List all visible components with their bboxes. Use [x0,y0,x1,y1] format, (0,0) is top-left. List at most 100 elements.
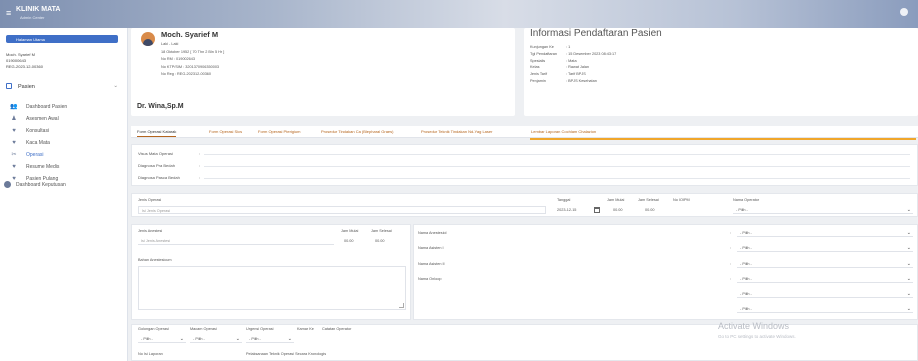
hamburger-menu-icon[interactable]: ≡ [6,8,11,18]
tab-chalazion[interactable]: Lembar Laporan Cochlam Chalazion [531,129,596,134]
app-subtitle: Admin Center [20,15,45,20]
operator-select[interactable]: - Pilih - ⌄ [733,206,913,214]
patient-birthdate: 18 Oktober 1952 [ 70 Thn 2 Bln 5 Hr ] [161,49,225,54]
info-label: Tgl Pendaftaran [530,51,558,56]
jam-selesai-value-2[interactable]: 00.00 [375,239,385,243]
users-icon: 👥 [10,104,18,110]
tab-sics[interactable]: Form Operasi Sics [209,129,242,134]
sidebar-item-label: Operasi [26,151,44,158]
tab-nd-yag[interactable]: Prosedur Teknik Tindakan Nd-Yag Laser [421,129,492,134]
kamar-label: Kamar Ke [297,327,314,331]
registration-info-card: Informasi Pendaftaran Pasien Kunjungan K… [524,28,918,116]
nama-onloop-label: Nama Onloop [418,277,442,281]
patient-rm: No RM : 019002643 [161,57,195,61]
chevron-down-icon: ⌄ [906,275,911,282]
asisten2-select[interactable]: - Pilih - ⌄ [737,260,913,268]
chevron-down-icon: ⌄ [906,260,911,267]
chevron-down-icon: ⌄ [287,335,292,342]
doctor-name: Dr. Wina,Sp.M [137,103,184,110]
tanggal-value[interactable]: 2023-12-15 [557,208,576,212]
activate-windows-subtext: Go to PC settings to activate Windows. [718,334,796,339]
sidebar-item-konsultasi[interactable]: ♥ Konsultasi [10,126,49,135]
sidebar-item-asesmen-awal[interactable]: ♟ Asesmen Awal [10,114,59,123]
chevron-down-icon: ⌄ [179,335,184,342]
info-value: : Rawat Jalan [566,65,590,70]
glasses-icon: ♥ [12,139,16,146]
stethoscope-icon: ♥ [12,127,16,134]
sidebar-patient-info: Moch. Syarief M 019000643 REG-2023.12-00… [6,52,43,70]
nama-asisten2-label: Nama Asisten II [418,262,445,266]
jam-mulai-label: Jam Mulai [607,198,625,202]
jenis-operasi-input[interactable]: Isi Jenis Operasi [138,206,546,214]
chevron-down-icon: ⌄ [906,229,911,236]
jam-mulai-label-2: Jam Mulai [341,229,359,233]
onloop-select-3[interactable]: - Pilih - ⌄ [737,305,913,313]
sidebar-item-dashboard-keputusan[interactable]: Dashboard Keputusan [4,181,66,188]
home-button[interactable]: Halaman Utama [6,35,118,43]
urgensi-label: Urgensi Operasi [246,327,274,331]
pelaksanaan-label: Pelaksanaan Teknik Operasi Secara Kronol… [246,352,327,356]
info-row: Tgl Pendaftaran : 15 Desember 2023 08:43:… [530,51,616,58]
sidebar-item-label: Dashboard Keputusan [16,181,66,188]
visus-colon: : [199,151,201,156]
info-label: Kelas [530,65,540,70]
info-label: Penjamin [530,78,546,83]
bahan-anestesi-textarea[interactable] [138,266,406,310]
calendar-icon[interactable] [594,207,600,213]
chevron-down-icon: ⌄ [906,244,911,251]
visus-input[interactable] [204,149,910,155]
jam-selesai-label-2: Jam Selesai [371,229,392,233]
sidebar-section-pasien[interactable]: Pasien ⌄ [6,83,120,93]
info-rows: Kunjungan Ke: 1 Tgl Pendaftaran: 15 Dese… [530,44,616,85]
tab-katarak[interactable]: Form Operasi Katarak [137,129,177,137]
info-row: Penjamin: BPJS Kesehatan [530,78,616,85]
jam-selesai-value[interactable]: 00.00 [645,208,655,212]
anestesi-select[interactable]: - Pilih - ⌄ [737,229,913,237]
tab-blepharal[interactable]: Prosedur Tindakan Ca (Blepharal Graes) [321,129,393,134]
info-value: : Mata [566,58,577,63]
sidebar-item-operasi[interactable]: ✂ Operasi [10,150,44,159]
onloop-select-1[interactable]: - Pilih - ⌄ [737,275,913,283]
avatar [141,32,155,46]
scissors-icon: ✂ [11,152,17,158]
select-value: - Pilih - [740,291,752,296]
sidebar-item-label: Konsultasi [26,127,50,134]
info-value: : Tarif BPJS [566,72,586,77]
bahan-anestesi-label: Bahan Anestesicum [138,258,172,262]
activate-windows-watermark: Activate Windows [718,321,790,331]
urgensi-select[interactable]: - Pilih - ⌄ [246,335,294,343]
patient-icon [6,83,12,89]
visus-label: Visus Mata Operasi [138,151,173,156]
sidebar-item-dashboard-pasien[interactable]: 👥 Dashboard Pasien [10,102,67,111]
jam-mulai-value-2[interactable]: 00.00 [344,239,354,243]
jam-mulai-value[interactable]: 00.00 [613,208,623,212]
info-label: Kunjungan Ke [530,45,554,49]
onloop-select-2[interactable]: - Pilih - ⌄ [737,290,913,298]
user-icon: ♟ [11,116,17,122]
diag-post-input[interactable] [204,173,910,179]
sidebar-item-label: Dashboard Pasien [26,103,68,110]
diag-post-colon: : [199,175,201,180]
diag-pre-input[interactable] [204,161,910,167]
jenis-anestesi-input[interactable]: Isi Jenis Anestesi [138,237,334,245]
chevron-down-icon: ⌄ [235,335,240,342]
sidebar-item-kaca-mata[interactable]: ♥ Kaca Mata [10,138,50,147]
sidebar-item-label: Resume Medis [26,163,60,170]
nama-anestesi-label: Nama Anestesiol [418,231,447,235]
chevron-down-icon[interactable]: ⌄ [113,83,118,89]
golongan-select[interactable]: - Pilih - ⌄ [138,335,186,343]
info-title: Informasi Pendaftaran Pasien [530,28,662,39]
jenis-anestesi-label: Jenis Anestesi [138,229,163,233]
select-value: - Pilih - [740,245,752,250]
tab-pterigium[interactable]: Form Operasi Pterigium [258,129,300,134]
user-menu-icon[interactable] [900,8,908,16]
info-value: : 15 Desember 2023 08:43:17 [566,51,617,56]
asisten1-select[interactable]: - Pilih - ⌄ [737,244,913,252]
no-ibs-label: No IOIPM [673,198,690,202]
macam-select[interactable]: - Pilih - ⌄ [190,335,242,343]
sidebar-item-resume-medis[interactable]: ♥ Resume Medis [10,162,59,171]
dashboard-icon [4,181,11,188]
sidebar-item-label: Asesmen Awal [26,115,59,122]
app-brand: KLINIK MATA [16,6,61,13]
sidebar: Halaman Utama Moch. Syarief M 019000643 … [0,28,128,361]
